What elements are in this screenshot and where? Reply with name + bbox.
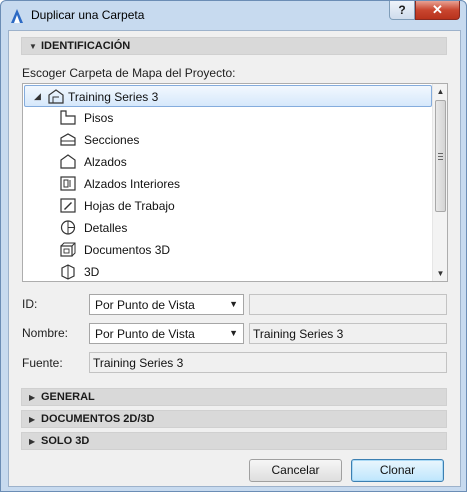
id-label: ID:: [22, 297, 38, 311]
name-mode-value: Por Punto de Vista: [95, 327, 195, 341]
name-mode-select[interactable]: Por Punto de Vista ▼: [89, 323, 244, 344]
tree-item-root[interactable]: ◢ Training Series 3: [24, 85, 432, 107]
name-text-field[interactable]: Training Series 3: [249, 323, 447, 344]
scroll-down-arrow-icon[interactable]: ▼: [433, 266, 447, 281]
expand-triangle-icon: ▶: [29, 437, 36, 446]
section-only3d-header[interactable]: ▶ SOLO 3D: [21, 432, 447, 450]
id-mode-select[interactable]: Por Punto de Vista ▼: [89, 294, 244, 315]
tree-item-secciones[interactable]: Secciones: [23, 129, 433, 151]
elevations-icon: [60, 154, 76, 169]
tree-item-label: Pisos: [84, 111, 114, 125]
section-documents-header[interactable]: ▶ DOCUMENTOS 2D/3D: [21, 410, 447, 428]
tree-item-hojas-de-trabajo[interactable]: Hojas de Trabajo: [23, 195, 433, 217]
3d-icon: [61, 264, 75, 280]
tree-item-label: Detalles: [84, 221, 128, 235]
section-documents-label: DOCUMENTOS 2D/3D: [41, 413, 155, 425]
grip-line: [438, 159, 443, 160]
project-map-tree[interactable]: ◢ Training Series 3 Pisos Secciones Alza…: [22, 83, 448, 282]
tree-item-detalles[interactable]: Detalles: [23, 217, 433, 239]
section-general-header[interactable]: ▶ GENERAL: [21, 388, 447, 406]
tree-item-alzados[interactable]: Alzados: [23, 151, 433, 173]
dropdown-arrow-icon: ▼: [229, 328, 238, 338]
source-value: Training Series 3: [93, 356, 184, 370]
dropdown-arrow-icon: ▼: [229, 299, 238, 309]
close-button[interactable]: ✕: [415, 1, 460, 20]
tree-caption: Escoger Carpeta de Mapa del Proyecto:: [22, 66, 236, 80]
close-icon: ✕: [432, 2, 443, 17]
window-title: Duplicar una Carpeta: [31, 8, 145, 22]
tree-item-label: Hojas de Trabajo: [84, 199, 175, 213]
clone-button[interactable]: Clonar: [351, 459, 444, 482]
id-mode-value: Por Punto de Vista: [95, 298, 195, 312]
tree-item-label: Secciones: [84, 133, 140, 147]
project-icon: [48, 89, 64, 104]
grip-line: [438, 156, 443, 157]
name-label: Nombre:: [22, 326, 69, 340]
section-identification-label: IDENTIFICACIÓN: [41, 40, 131, 52]
grip-line: [438, 153, 443, 154]
id-text-field[interactable]: [249, 294, 447, 315]
tree-item-alzados-interiores[interactable]: Alzados Interiores: [23, 173, 433, 195]
interior-elevations-icon: [60, 176, 76, 191]
name-text-value: Training Series 3: [253, 327, 344, 341]
stories-icon: [60, 110, 76, 125]
sections-icon: [60, 133, 76, 146]
dialog-window: Duplicar una Carpeta ? ✕ ▼ IDENTIFICACIÓ…: [0, 0, 467, 492]
tree-item-3d[interactable]: 3D: [23, 261, 433, 281]
tree-item-label: Alzados Interiores: [84, 177, 181, 191]
tree-item-label: Training Series 3: [68, 90, 159, 104]
source-field: Training Series 3: [89, 352, 447, 373]
tree-item-label: Alzados: [84, 155, 127, 169]
help-button[interactable]: ?: [389, 1, 415, 20]
tree-item-label: Documentos 3D: [84, 243, 171, 257]
expand-triangle-icon: ▶: [29, 415, 36, 424]
source-label: Fuente:: [22, 356, 63, 370]
scroll-thumb[interactable]: [435, 100, 446, 212]
worksheets-icon: [60, 198, 76, 213]
tree-scrollbar[interactable]: ▲ ▼: [432, 84, 447, 281]
section-only3d-label: SOLO 3D: [41, 435, 90, 447]
tree-item-label: 3D: [84, 265, 100, 279]
dialog-content: ▼ IDENTIFICACIÓN Escoger Carpeta de Mapa…: [8, 30, 461, 487]
expand-triangle-icon: ▶: [29, 393, 36, 402]
details-icon: [60, 220, 76, 235]
section-general-label: GENERAL: [41, 391, 95, 403]
scroll-up-arrow-icon[interactable]: ▲: [433, 84, 447, 99]
title-bar[interactable]: Duplicar una Carpeta ? ✕: [1, 1, 466, 29]
section-identification-header[interactable]: ▼ IDENTIFICACIÓN: [21, 37, 447, 55]
cancel-button[interactable]: Cancelar: [249, 459, 342, 482]
tree-item-documentos-3d[interactable]: Documentos 3D: [23, 239, 433, 261]
expander-icon[interactable]: ◢: [34, 91, 41, 102]
archicad-app-icon: [11, 9, 23, 23]
tree-item-pisos[interactable]: Pisos: [23, 107, 433, 129]
collapse-triangle-icon: ▼: [29, 42, 37, 51]
3d-documents-icon: [60, 242, 76, 257]
